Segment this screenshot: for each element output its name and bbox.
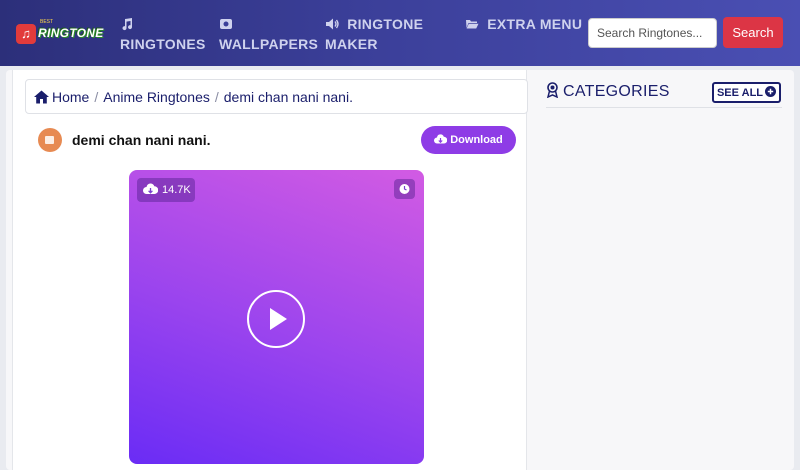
nav-ringtone-maker[interactable]: RINGTONE MAKER: [325, 14, 423, 54]
categories-header: CATEGORIES SEE ALL: [546, 80, 782, 108]
audio-player: 14.7K: [129, 170, 424, 464]
nav-wallpapers-label: WALLPAPERS: [219, 36, 319, 52]
download-count: 14.7K: [162, 184, 191, 196]
see-all-label: SEE ALL: [716, 87, 764, 99]
clock-icon: [399, 184, 410, 194]
volume-icon: [326, 18, 339, 30]
top-navbar: ♫ BEST RINGTONE RINGTONES WALLPAPERS RIN…: [0, 0, 800, 66]
nav-maker-label-1: RINGTONE: [347, 16, 424, 32]
logo-text: RINGTONE: [38, 26, 104, 40]
nav-maker-label-2: MAKER: [325, 36, 378, 52]
breadcrumb-home[interactable]: Home: [52, 89, 89, 105]
categories-sidebar: CATEGORIES SEE ALL: [540, 70, 788, 470]
main-content: Home / Anime Ringtones / demi chan nani nani…: [6, 70, 794, 470]
breadcrumb-category[interactable]: Anime Ringtones: [103, 89, 210, 105]
music-note-icon: ♫: [16, 24, 36, 44]
nav-wallpapers[interactable]: WALLPAPERS: [219, 14, 318, 54]
award-icon: [546, 82, 559, 98]
breadcrumb: Home / Anime Ringtones / demi chan nani nani…: [25, 79, 528, 114]
clock-badge: [394, 179, 415, 199]
nav-ringtones-label: RINGTONES: [120, 36, 206, 52]
ringtone-panel: Home / Anime Ringtones / demi chan nani nani…: [12, 70, 528, 470]
home-icon[interactable]: [34, 90, 49, 104]
breadcrumb-separator: /: [94, 89, 99, 105]
search-button[interactable]: Search: [723, 17, 783, 48]
download-button[interactable]: Download: [421, 126, 516, 154]
categories-label: CATEGORIES: [563, 83, 670, 100]
categories-title: CATEGORIES: [546, 82, 670, 101]
plus-circle-icon: [765, 86, 777, 97]
download-label: Download: [450, 134, 503, 146]
breadcrumb-current: demi chan nani nani.: [223, 89, 353, 105]
play-button[interactable]: [247, 290, 305, 348]
nav-extra-menu[interactable]: EXTRA MENU: [465, 14, 601, 34]
nav-extra-label: EXTRA MENU: [487, 16, 583, 32]
cloud-download-icon: [143, 183, 158, 194]
play-icon: [270, 308, 287, 330]
search-input[interactable]: [588, 18, 717, 48]
logo-tagline: BEST: [40, 19, 54, 25]
image-icon: [220, 19, 232, 29]
site-logo[interactable]: ♫ BEST RINGTONE: [16, 19, 104, 46]
download-count-badge: 14.7K: [137, 178, 195, 202]
nav-ringtones[interactable]: RINGTONES: [120, 14, 206, 54]
avatar: [38, 128, 62, 152]
breadcrumb-separator: /: [214, 89, 219, 105]
ringtone-title: demi chan nani nani.: [72, 132, 211, 148]
music-note-icon: [122, 18, 133, 31]
see-all-button[interactable]: SEE ALL: [712, 82, 781, 103]
cloud-download-icon: [434, 134, 448, 144]
folder-open-icon: [466, 20, 479, 29]
